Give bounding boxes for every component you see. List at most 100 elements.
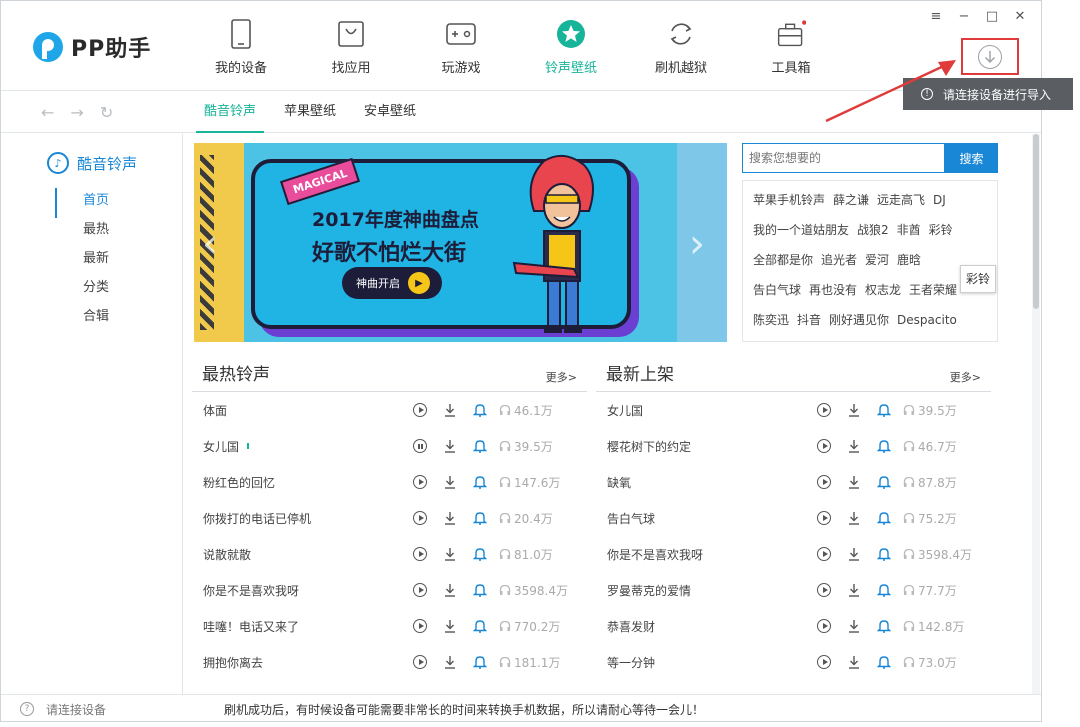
bell-icon[interactable]: [473, 583, 487, 597]
search-tag[interactable]: 陈奕迅: [753, 313, 789, 327]
download-icon[interactable]: [443, 475, 457, 489]
play-icon[interactable]: [817, 439, 831, 453]
song-name[interactable]: 你是不是喜欢我呀: [203, 582, 413, 599]
song-name[interactable]: 恭喜发财: [607, 618, 817, 635]
tab-android-wallpapers[interactable]: 安卓壁纸: [356, 91, 424, 133]
close-icon[interactable]: ✕: [1013, 9, 1027, 24]
song-name[interactable]: 告白气球: [607, 510, 817, 527]
song-row[interactable]: 女儿国 39.5万: [596, 392, 991, 428]
search-button[interactable]: 搜索: [945, 143, 998, 173]
promo-banner[interactable]: MAGICAL 2017年度神曲盘点 好歌不怕烂大街 神曲开启 ▶ ‹ ›: [194, 143, 727, 342]
song-row[interactable]: 缺氧 87.8万: [596, 464, 991, 500]
song-name[interactable]: 拥抱你离去: [203, 654, 413, 671]
play-icon[interactable]: [413, 511, 427, 525]
download-icon[interactable]: [443, 439, 457, 453]
bell-icon[interactable]: [877, 655, 891, 669]
bell-icon[interactable]: [877, 475, 891, 489]
download-icon[interactable]: [443, 583, 457, 597]
bell-icon[interactable]: [877, 619, 891, 633]
download-icon[interactable]: [847, 439, 861, 453]
song-row[interactable]: 恭喜发财 142.8万: [596, 608, 991, 644]
bell-icon[interactable]: [473, 439, 487, 453]
song-row[interactable]: 哇噻！电话又来了 770.2万: [192, 608, 587, 644]
download-icon[interactable]: [847, 475, 861, 489]
search-tag[interactable]: 全部都是你: [753, 253, 813, 267]
menu-icon[interactable]: ≡: [929, 9, 943, 24]
more-link[interactable]: 更多>: [950, 369, 981, 385]
song-row[interactable]: 樱花树下的约定 46.7万: [596, 428, 991, 464]
search-tag[interactable]: 再也没有: [809, 283, 857, 297]
forward-arrow-icon[interactable]: →: [70, 103, 83, 122]
play-icon[interactable]: [817, 547, 831, 561]
song-name[interactable]: 等一分钟: [607, 654, 817, 671]
sidebar-item-collections[interactable]: 合辑: [55, 302, 109, 331]
search-tag[interactable]: 追光者: [821, 253, 857, 267]
help-icon[interactable]: ?: [20, 702, 34, 716]
song-name[interactable]: 哇噻！电话又来了: [203, 618, 413, 635]
scroll-thumb[interactable]: [1033, 134, 1039, 309]
song-row[interactable]: 等一分钟 73.0万: [596, 644, 991, 680]
download-icon[interactable]: [443, 619, 457, 633]
banner-prev-arrow-icon[interactable]: ‹: [202, 221, 218, 267]
play-icon[interactable]: [413, 619, 427, 633]
banner-next-arrow-icon[interactable]: ›: [689, 221, 705, 267]
bell-icon[interactable]: [877, 583, 891, 597]
play-icon[interactable]: [413, 655, 427, 669]
song-row[interactable]: 你是不是喜欢我呀 3598.4万: [596, 536, 991, 572]
song-name[interactable]: 你拨打的电话已停机: [203, 510, 413, 527]
bell-icon[interactable]: [473, 547, 487, 561]
nav-flash-jailbreak[interactable]: 刷机越狱: [626, 19, 736, 76]
back-arrow-icon[interactable]: ←: [41, 103, 54, 122]
song-name[interactable]: 你是不是喜欢我呀: [607, 546, 817, 563]
play-icon[interactable]: [817, 511, 831, 525]
song-name[interactable]: 粉红色的回忆: [203, 474, 413, 491]
bell-icon[interactable]: [877, 511, 891, 525]
song-row[interactable]: 你是不是喜欢我呀 3598.4万: [192, 572, 587, 608]
search-tag[interactable]: 苹果手机铃声: [753, 193, 825, 207]
song-name[interactable]: 体面: [203, 402, 413, 419]
nav-ringtones-wallpapers[interactable]: 铃声壁纸: [516, 19, 626, 76]
download-icon[interactable]: [847, 619, 861, 633]
download-icon[interactable]: [443, 403, 457, 417]
bell-icon[interactable]: [877, 439, 891, 453]
bell-icon[interactable]: [473, 403, 487, 417]
song-row[interactable]: 罗曼蒂克的爱情 77.7万: [596, 572, 991, 608]
sidebar-item-categories[interactable]: 分类: [55, 273, 109, 302]
banner-play-button[interactable]: 神曲开启 ▶: [342, 267, 442, 299]
song-row[interactable]: 说散就散 81.0万: [192, 536, 587, 572]
search-tag[interactable]: 非酋: [897, 223, 921, 237]
nav-my-device[interactable]: 我的设备: [186, 19, 296, 76]
maximize-icon[interactable]: □: [985, 9, 999, 24]
bell-icon[interactable]: [877, 547, 891, 561]
search-tag[interactable]: 鹿晗: [897, 253, 921, 267]
song-name[interactable]: 缺氧: [607, 474, 817, 491]
play-icon[interactable]: [817, 655, 831, 669]
search-tag[interactable]: 薛之谦: [833, 193, 869, 207]
song-name[interactable]: 樱花树下的约定: [607, 438, 817, 455]
tab-apple-wallpapers[interactable]: 苹果壁纸: [276, 91, 344, 133]
play-icon[interactable]: [413, 583, 427, 597]
download-icon[interactable]: [847, 403, 861, 417]
song-row[interactable]: 粉红色的回忆 147.6万: [192, 464, 587, 500]
bell-icon[interactable]: [473, 475, 487, 489]
song-row[interactable]: 你拨打的电话已停机 20.4万: [192, 500, 587, 536]
search-tag[interactable]: 爱河: [865, 253, 889, 267]
search-tag[interactable]: 我的一个道姑朋友: [753, 223, 849, 237]
download-icon[interactable]: [847, 583, 861, 597]
download-icon[interactable]: [443, 511, 457, 525]
sidebar-item-hottest[interactable]: 最热: [55, 215, 109, 244]
search-tag[interactable]: DJ: [933, 193, 946, 207]
download-icon[interactable]: [847, 655, 861, 669]
search-input[interactable]: [742, 143, 945, 173]
bell-icon[interactable]: [473, 619, 487, 633]
bell-icon[interactable]: [473, 511, 487, 525]
sidebar-item-home[interactable]: 首页: [55, 186, 109, 218]
reload-icon[interactable]: ↻: [100, 103, 113, 122]
bell-icon[interactable]: [473, 655, 487, 669]
song-name[interactable]: 罗曼蒂克的爱情: [607, 582, 817, 599]
search-tag[interactable]: 彩铃: [929, 223, 953, 237]
song-name[interactable]: 说散就散: [203, 546, 413, 563]
play-icon[interactable]: [817, 619, 831, 633]
search-tag[interactable]: 王者荣耀: [909, 283, 957, 297]
vertical-scrollbar[interactable]: [1032, 134, 1040, 694]
